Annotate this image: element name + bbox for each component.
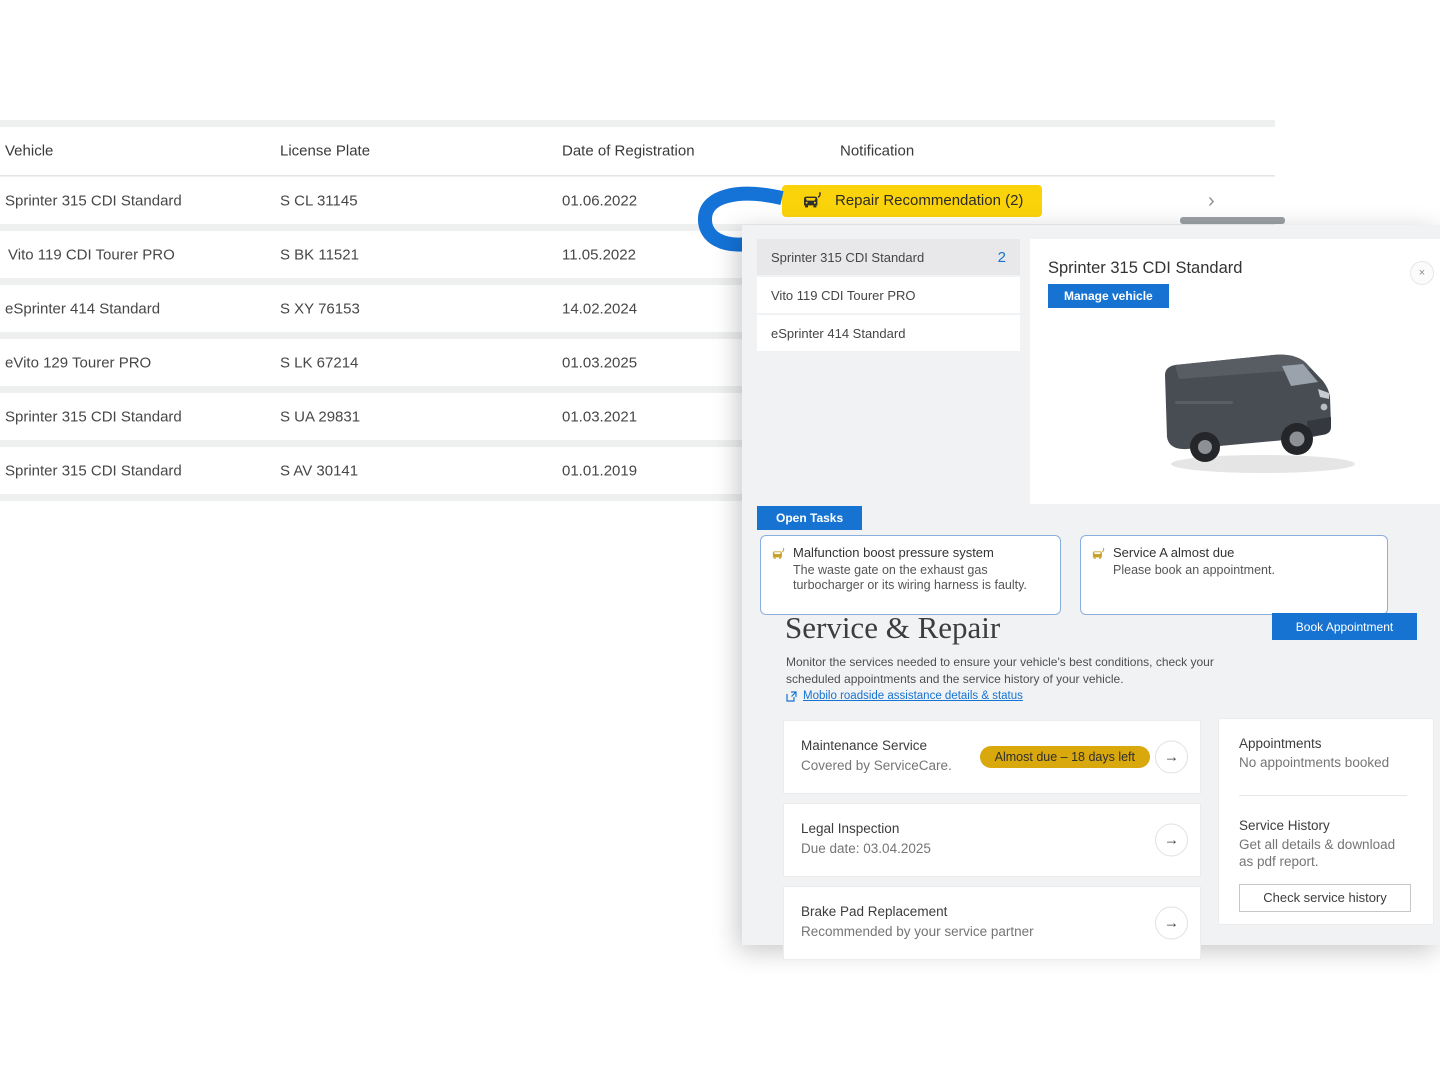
service-history-text: Get all details & download as pdf report…	[1239, 836, 1404, 871]
book-appointment-button[interactable]: Book Appointment	[1272, 613, 1417, 640]
repair-recommendation-button[interactable]: Repair Recommendation (2)	[782, 185, 1042, 217]
service-history-title: Service History	[1239, 818, 1418, 833]
panel-vehicle-list: Sprinter 315 CDI Standard 2 Vito 119 CDI…	[757, 239, 1020, 353]
service-card-subtitle: Recommended by your service partner	[801, 924, 1034, 939]
table-row[interactable]: Sprinter 315 CDI Standard S CL 31145 01.…	[0, 177, 1275, 224]
due-status-badge: Almost due – 18 days left	[980, 746, 1150, 768]
manage-vehicle-button[interactable]: Manage vehicle	[1048, 284, 1169, 308]
divider	[1239, 795, 1407, 796]
task-title: Malfunction boost pressure system	[793, 545, 1048, 560]
license-plate: S UA 29831	[280, 408, 360, 425]
chevron-right-icon[interactable]: ›	[1208, 191, 1215, 211]
vehicle-list-label: Sprinter 315 CDI Standard	[771, 250, 924, 265]
table-header-row: Vehicle License Plate Date of Registrati…	[0, 127, 1275, 176]
header-license-plate: License Plate	[280, 143, 370, 160]
service-repair-title: Service & Repair	[785, 610, 1000, 646]
task-card-service-due[interactable]: Service A almost due Please book an appo…	[1080, 535, 1388, 615]
license-plate: S LK 67214	[280, 354, 358, 371]
service-card-brake-pads[interactable]: Brake Pad Replacement Recommended by you…	[783, 886, 1201, 960]
service-card-maintenance[interactable]: Maintenance Service Covered by ServiceCa…	[783, 720, 1201, 794]
registration-date: 01.06.2022	[562, 192, 637, 209]
service-card-subtitle: Covered by ServiceCare.	[801, 758, 952, 773]
service-card-title: Maintenance Service	[801, 738, 927, 753]
license-plate: S BK 11521	[280, 246, 359, 263]
check-service-history-button[interactable]: Check service history	[1239, 884, 1411, 912]
mobilo-assistance-link-label: Mobilo roadside assistance details & sta…	[803, 690, 1023, 702]
vehicle-detail-card: Sprinter 315 CDI Standard × Manage vehic…	[1030, 239, 1440, 504]
appointments-history-card: Appointments No appointments booked Serv…	[1218, 718, 1434, 925]
license-plate: S AV 30141	[280, 462, 358, 479]
vehicle-name: eSprinter 414 Standard	[5, 300, 160, 317]
close-icon[interactable]: ×	[1410, 261, 1434, 285]
header-date-of-registration: Date of Registration	[562, 143, 695, 160]
arrow-right-icon[interactable]: →	[1155, 741, 1188, 774]
appointments-text: No appointments booked	[1239, 754, 1404, 772]
vehicle-list-item-selected[interactable]: Sprinter 315 CDI Standard 2	[757, 239, 1020, 275]
registration-date: 11.05.2022	[562, 246, 636, 263]
open-tasks-tab[interactable]: Open Tasks	[757, 506, 862, 530]
external-link-icon	[786, 691, 797, 702]
service-card-title: Brake Pad Replacement	[801, 904, 947, 919]
registration-date: 14.02.2024	[562, 300, 637, 317]
vehicle-name: eVito 129 Tourer PRO	[5, 354, 151, 371]
license-plate: S CL 31145	[280, 192, 358, 209]
horizontal-scrollbar-thumb[interactable]	[1180, 217, 1285, 224]
vehicle-name: Sprinter 315 CDI Standard	[5, 408, 182, 425]
arrow-right-icon[interactable]: →	[1155, 907, 1188, 940]
task-body: Please book an appointment.	[1113, 563, 1375, 578]
vehicle-overlay-panel: Sprinter 315 CDI Standard 2 Vito 119 CDI…	[742, 225, 1440, 945]
vehicle-list-label: Vito 119 CDI Tourer PRO	[771, 288, 916, 303]
vehicle-name: Vito 119 CDI Tourer PRO	[8, 246, 175, 263]
van-warning-icon	[801, 191, 824, 210]
service-repair-subtitle: Monitor the services needed to ensure yo…	[786, 654, 1256, 689]
task-card-malfunction[interactable]: Malfunction boost pressure system The wa…	[760, 535, 1061, 615]
header-vehicle: Vehicle	[5, 143, 53, 160]
vehicle-list-label: eSprinter 414 Standard	[771, 326, 905, 341]
repair-recommendation-label: Repair Recommendation (2)	[835, 192, 1023, 209]
task-title: Service A almost due	[1113, 545, 1375, 560]
header-notification: Notification	[840, 143, 914, 160]
service-item-cards: Maintenance Service Covered by ServiceCa…	[783, 720, 1201, 969]
registration-date: 01.03.2021	[562, 408, 637, 425]
vehicle-list-item[interactable]: Vito 119 CDI Tourer PRO	[757, 277, 1020, 313]
van-warning-icon	[771, 547, 786, 562]
notification-count-badge: 2	[998, 249, 1006, 266]
van-image	[1135, 331, 1395, 481]
task-body: The waste gate on the exhaust gas turboc…	[793, 563, 1048, 594]
arrow-right-icon[interactable]: →	[1155, 824, 1188, 857]
vehicle-name: Sprinter 315 CDI Standard	[5, 192, 182, 209]
mobilo-assistance-link[interactable]: Mobilo roadside assistance details & sta…	[786, 690, 1023, 702]
service-card-subtitle: Due date: 03.04.2025	[801, 841, 931, 856]
registration-date: 01.01.2019	[562, 462, 637, 479]
vehicle-name: Sprinter 315 CDI Standard	[5, 462, 182, 479]
open-task-cards: Malfunction boost pressure system The wa…	[760, 535, 1388, 615]
service-card-legal-inspection[interactable]: Legal Inspection Due date: 03.04.2025 →	[783, 803, 1201, 877]
license-plate: S XY 76153	[280, 300, 360, 317]
service-card-title: Legal Inspection	[801, 821, 899, 836]
appointments-title: Appointments	[1239, 736, 1418, 751]
registration-date: 01.03.2025	[562, 354, 637, 371]
vehicle-list-item[interactable]: eSprinter 414 Standard	[757, 315, 1020, 351]
van-warning-icon	[1091, 547, 1106, 562]
vehicle-detail-title: Sprinter 315 CDI Standard	[1048, 259, 1242, 278]
